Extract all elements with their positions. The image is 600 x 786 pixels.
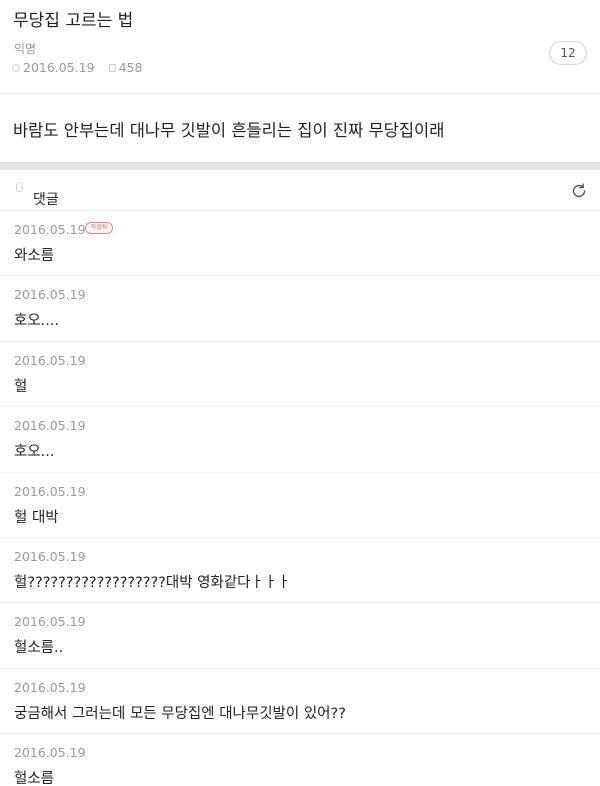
comment-text: 헐 [14, 378, 28, 395]
comment-date: 2016.05.19 [14, 745, 86, 761]
comment-item: 2016.05.19 작성자 와소름 [0, 210, 600, 275]
comment-item: 2016.05.19 헐소름.. [0, 602, 600, 667]
comment-date: 2016.05.19 [14, 222, 86, 237]
comment-list: 2016.05.19 작성자 와소름 2016.05.19 호오.... 201… [0, 210, 600, 786]
comment-text: 헐??????????????????대박 영화같다ㅏㅏㅏ [14, 574, 291, 591]
comment-icon [16, 182, 23, 192]
section-divider [0, 162, 600, 170]
comments-header: 댓글 [0, 170, 600, 210]
comment-count-button[interactable]: 12 [549, 41, 587, 65]
comment-text: 궁금해서 그러는데 모든 무당집엔 대나무깃발이 있어?? [14, 705, 346, 722]
post-title: 무당집 고르는 법 [13, 11, 134, 31]
comment-item: 2016.05.19 헐 [0, 340, 600, 406]
comment-item: 2016.05.19 궁금해서 그러는데 모든 무당집엔 대나무깃발이 있어?? [0, 667, 600, 733]
comment-date: 2016.05.19 [14, 352, 86, 368]
comment-date: 2016.05.19 [14, 679, 86, 695]
comment-item: 2016.05.19 호오.... [0, 275, 600, 340]
eye-icon [108, 63, 116, 72]
comment-text: 헐소름 [14, 771, 55, 786]
comment-item: 2016.05.19 헐소름 [0, 733, 600, 786]
clock-icon [12, 63, 20, 72]
view-count: 458 [118, 60, 143, 75]
comment-text: 와소름 [14, 248, 55, 264]
comment-text: 호오.... [14, 313, 60, 330]
comment-date: 2016.05.19 [14, 418, 86, 434]
post-body: 바람도 안부는데 대나무 깃발이 흔들리는 집이 진짜 무당집이래 [13, 121, 445, 140]
comment-date: 2016.05.19 [14, 287, 86, 303]
comment-item: 2016.05.19 호오... [0, 406, 600, 471]
comment-item: 2016.05.19 헐 대박 [0, 471, 600, 537]
post-meta: 2016.05.19 458 [12, 60, 142, 75]
post-author: 익명 [14, 42, 37, 56]
refresh-icon[interactable] [570, 182, 588, 200]
comment-text: 헐소름.. [14, 640, 64, 657]
comment-date: 2016.05.19 [14, 548, 86, 564]
comment-text: 호오... [14, 444, 55, 461]
header-divider [0, 93, 600, 94]
comment-date: 2016.05.19 [14, 614, 86, 630]
author-badge: 작성자 [85, 222, 113, 234]
post-date: 2016.05.19 [23, 60, 95, 75]
comment-text: 헐 대박 [14, 509, 59, 526]
comment-date: 2016.05.19 [14, 483, 86, 499]
post-header: 무당집 고르는 법 익명 2016.05.19 458 12 [0, 0, 600, 92]
comments-label: 댓글 [33, 192, 59, 208]
comment-item: 2016.05.19 헐??????????????????대박 영화같다ㅏㅏㅏ [0, 536, 600, 602]
